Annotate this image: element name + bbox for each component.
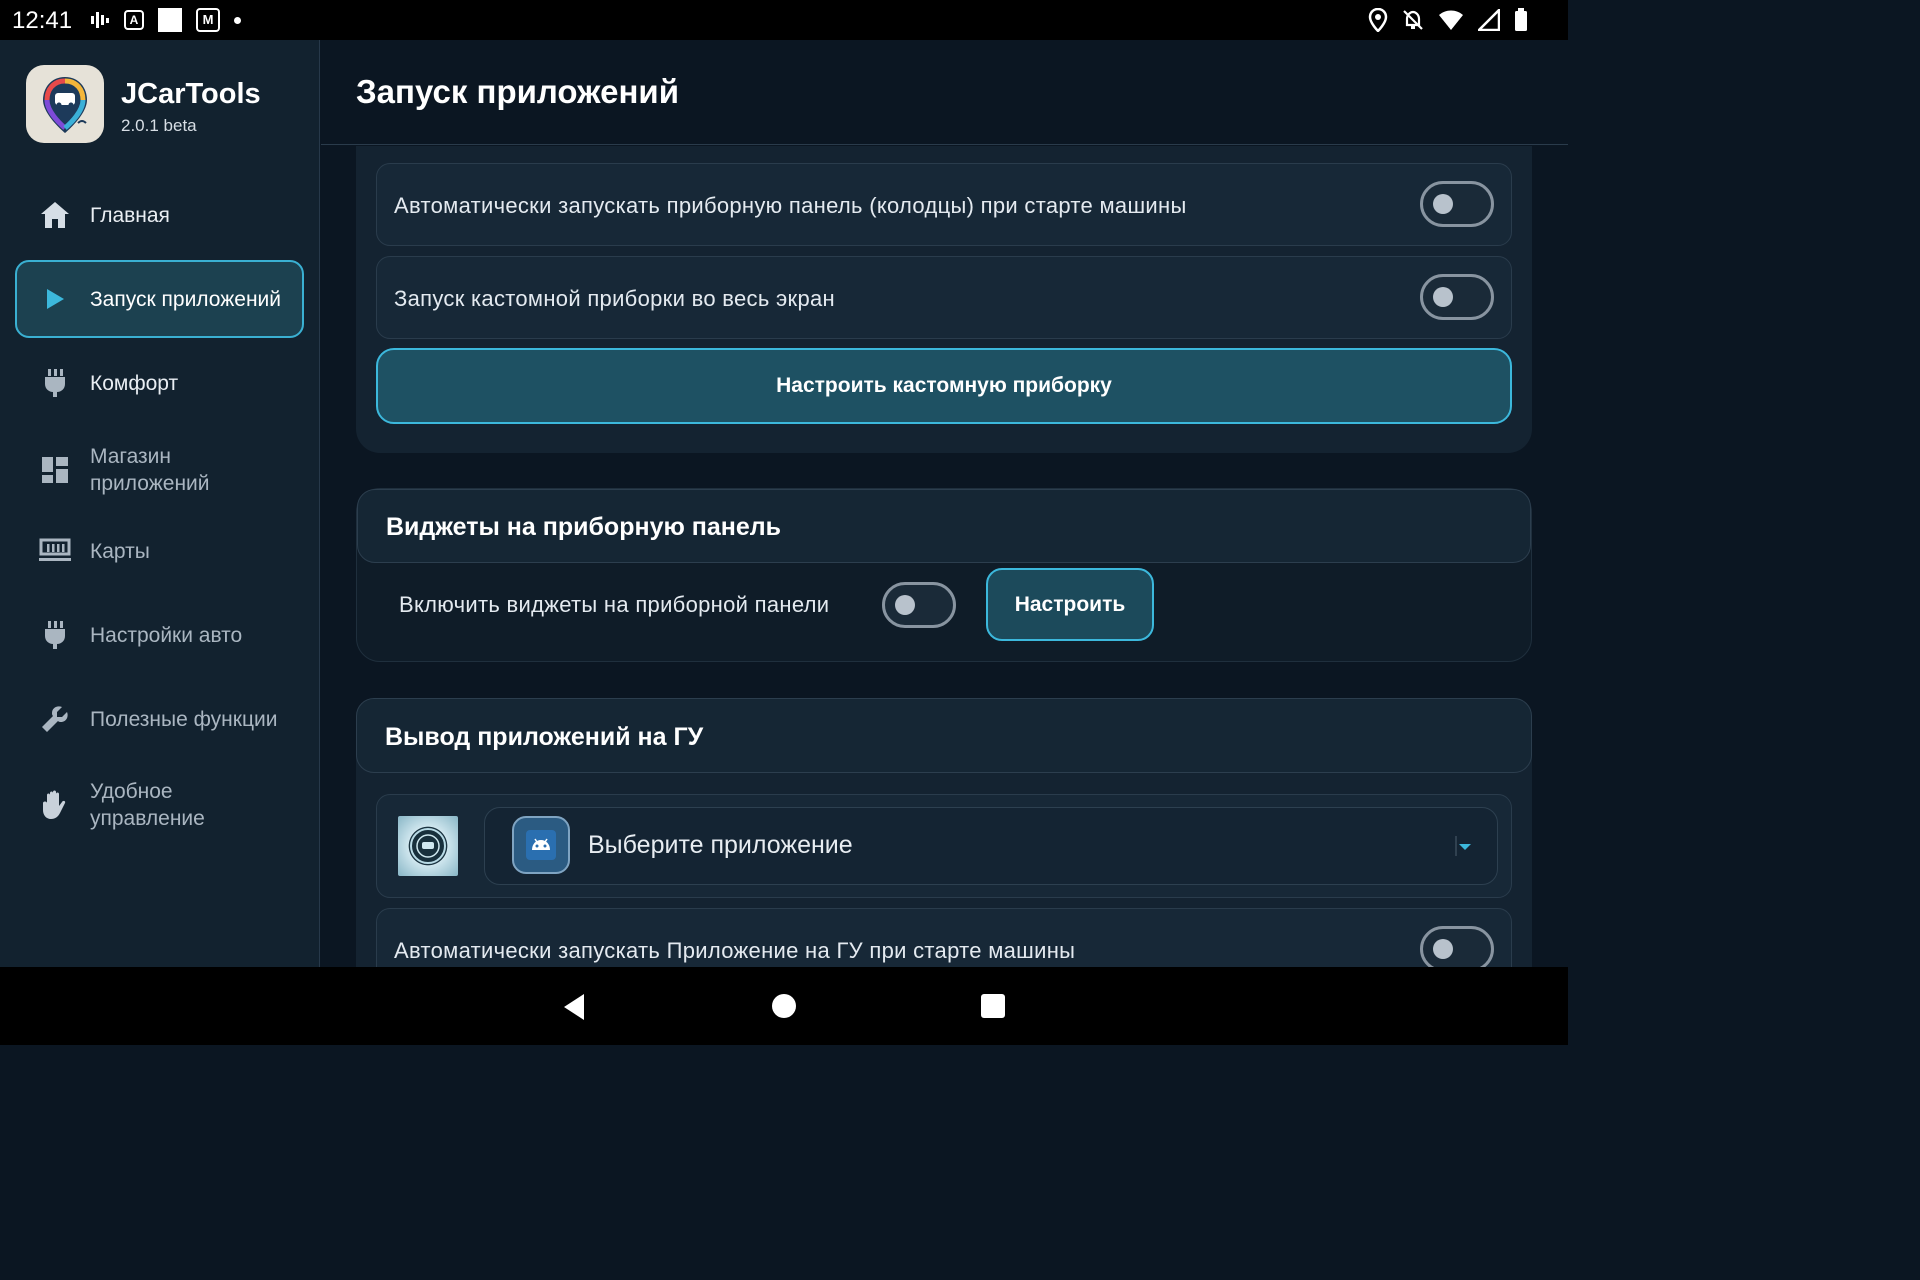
status-left-icons: A M — [90, 8, 241, 32]
sidebar-item-label: Настройки авто — [90, 623, 243, 647]
head-unit-section-header: Вывод приложений на ГУ — [356, 698, 1532, 773]
play-icon — [39, 283, 71, 315]
signal-activity-icon — [91, 12, 109, 28]
dashboard-autostart-label: Автоматически запускать приборную панель… — [394, 193, 1187, 218]
custom-fullscreen-row[interactable]: Запуск кастомной приборки во весь экран — [376, 256, 1512, 339]
sidebar-item-label: Магазин приложений — [90, 445, 210, 495]
sidebar-item-label: Карты — [90, 539, 150, 563]
widgets-configure-button[interactable]: Настроить — [986, 568, 1154, 641]
toggle-knob — [1433, 939, 1453, 959]
sidebar-item-car-settings[interactable]: Настройки авто — [15, 610, 304, 660]
custom-fullscreen-toggle[interactable] — [1420, 274, 1494, 320]
sidebar-item-label: Запуск приложений — [90, 287, 282, 311]
status-right-icons — [1368, 8, 1528, 32]
sidebar-item-label: Удобное управление — [90, 780, 205, 830]
widgets-section-header: Виджеты на приборную панель — [357, 489, 1531, 563]
plug-icon — [39, 619, 71, 651]
recent-apps-icon[interactable] — [981, 994, 1005, 1018]
sidebar-item-app-store[interactable]: Магазин приложений — [15, 440, 304, 500]
page-title: Запуск приложений — [356, 73, 679, 110]
app-thumbnail — [398, 816, 458, 876]
status-bar: 12:41 A M — [0, 0, 1568, 40]
sidebar-item-convenient-control[interactable]: Удобное управление — [15, 775, 304, 835]
sidebar-item-comfort[interactable]: Комфорт — [15, 358, 304, 408]
head-unit-autostart-row[interactable]: Автоматически запускать Приложение на ГУ… — [376, 908, 1512, 967]
notifications-off-icon — [1403, 10, 1423, 30]
dashboard-autostart-row[interactable]: Автоматически запускать приборную панель… — [376, 163, 1512, 246]
toggle-knob — [895, 595, 915, 615]
sidebar-item-useful-functions[interactable]: Полезные функции — [15, 694, 304, 744]
battery-icon — [1515, 8, 1527, 31]
app-version: 2.0.1 beta — [121, 116, 197, 135]
font-a-icon: A — [124, 10, 144, 30]
sidebar: JCarTools 2.0.1 beta Главная Запуск прил… — [0, 40, 320, 967]
android-icon — [512, 816, 570, 874]
wrench-icon — [39, 703, 71, 735]
head-unit-autostart-toggle[interactable] — [1420, 926, 1494, 967]
home-icon — [39, 199, 71, 231]
home-circle-icon[interactable] — [772, 994, 796, 1018]
plug-icon — [39, 367, 71, 399]
sidebar-item-maps[interactable]: Карты — [15, 526, 304, 576]
page-header: Запуск приложений — [321, 40, 1568, 145]
toggle-knob — [1433, 287, 1453, 307]
dashboard-icon — [39, 454, 71, 486]
widgets-enable-label: Включить виджеты на приборной панели — [399, 592, 830, 617]
cell-signal-icon — [1478, 9, 1500, 31]
status-time: 12:41 — [12, 7, 73, 34]
head-unit-autostart-label: Автоматически запускать Приложение на ГУ… — [394, 938, 1076, 963]
chevron-down-icon — [1455, 836, 1471, 856]
sidebar-item-label: Полезные функции — [90, 707, 278, 731]
sidebar-item-label: Комфорт — [90, 371, 179, 395]
configure-custom-dashboard-button[interactable]: Настроить кастомную приборку — [376, 348, 1512, 424]
custom-fullscreen-label: Запуск кастомной приборки во весь экран — [394, 286, 835, 311]
app-select-row: Выберите приложение — [376, 794, 1512, 898]
dot-icon — [234, 16, 241, 24]
sidebar-item-label: Главная — [90, 203, 170, 227]
head-unit-section-title: Вывод приложений на ГУ — [385, 723, 704, 751]
app-select-dropdown[interactable]: Выберите приложение — [484, 807, 1498, 885]
white-square-icon — [158, 8, 182, 32]
sidebar-item-home[interactable]: Главная — [15, 190, 304, 240]
app-logo — [26, 65, 104, 143]
widgets-section-title: Виджеты на приборную панель — [386, 513, 782, 541]
widgets-enable-toggle[interactable] — [882, 582, 956, 628]
hand-icon — [39, 789, 71, 821]
dashboard-autostart-toggle[interactable] — [1420, 181, 1494, 227]
app-select-placeholder: Выберите приложение — [588, 831, 853, 859]
main-content[interactable]: Автоматически запускать приборную панель… — [321, 146, 1568, 967]
app-name: JCarTools — [121, 78, 261, 110]
sidebar-item-app-launch[interactable]: Запуск приложений — [15, 260, 304, 338]
wifi-icon — [1439, 10, 1463, 30]
app-notification-icon: M — [196, 8, 220, 32]
system-navigation-bar — [0, 967, 1568, 1045]
map-icon — [39, 535, 71, 567]
back-icon[interactable] — [562, 993, 586, 1021]
toggle-knob — [1433, 194, 1453, 214]
location-icon — [1368, 8, 1388, 32]
